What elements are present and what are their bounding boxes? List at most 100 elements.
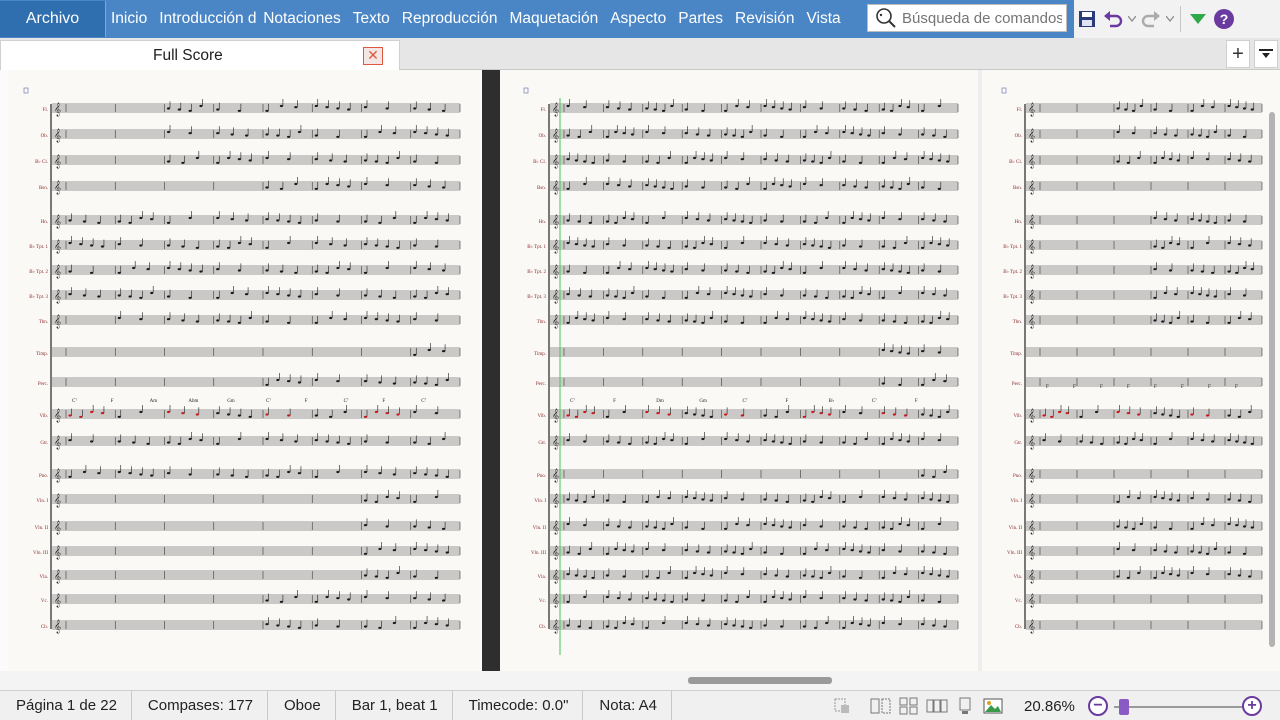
note-head	[819, 441, 823, 444]
note-head	[701, 599, 705, 602]
grid-view-icon[interactable]	[898, 696, 920, 716]
vertical-scrollbar-thumb[interactable]	[1269, 112, 1275, 647]
tab-reproduccion[interactable]: Reproducción	[397, 0, 505, 38]
tab-inicio[interactable]: Inicio	[106, 0, 154, 38]
view-menu-button[interactable]	[1254, 40, 1278, 68]
note-head	[724, 109, 728, 112]
zoom-slider-thumb[interactable]	[1119, 699, 1130, 715]
note-head	[825, 296, 829, 299]
selection-filter-icon[interactable]	[832, 696, 852, 716]
note-head	[336, 107, 340, 110]
tab-texto[interactable]: Texto	[348, 0, 397, 38]
instrument-label: Timp.	[36, 352, 48, 357]
note-head	[853, 598, 857, 601]
note-head	[867, 219, 871, 222]
clef-icon: 𝄞	[1028, 128, 1035, 142]
note-head	[802, 106, 806, 109]
zoom-out-button[interactable]: −	[1088, 696, 1108, 716]
note-head	[434, 245, 438, 248]
page-view-icon[interactable]	[870, 696, 892, 716]
note-head	[385, 597, 389, 600]
note-head	[574, 415, 578, 418]
tab-partes[interactable]: Partes	[673, 0, 730, 38]
note-head	[1211, 106, 1215, 109]
redo-button[interactable]	[1138, 4, 1164, 34]
note-head	[265, 133, 269, 136]
note-head	[1213, 547, 1217, 551]
close-icon[interactable]: ✕	[363, 47, 383, 65]
zoom-slider-track[interactable]	[1114, 706, 1244, 708]
note-head	[1168, 414, 1173, 417]
note-head	[434, 550, 438, 553]
note-head	[813, 130, 818, 134]
note-head	[695, 291, 699, 295]
note-head	[287, 380, 291, 383]
tab-maquetacion[interactable]: Maquetación	[504, 0, 605, 38]
note-head	[139, 296, 143, 299]
clef-icon: 𝄞	[1028, 435, 1035, 449]
tab-revision[interactable]: Revisión	[730, 0, 801, 38]
help-button[interactable]: ?	[1211, 4, 1237, 34]
note-head	[287, 625, 291, 628]
document-tab-full-score[interactable]: Full Score ✕	[0, 40, 400, 70]
zoom-in-button[interactable]: +	[1242, 696, 1262, 716]
note-head	[788, 442, 792, 445]
score-view[interactable]: Fl. 𝄞 Ob. 𝄞 B♭ Cl. 𝄞 Bsn. 𝄞 Hn. 𝄞 B♭ Tpt. 1 𝄞 B♭ Tpt…	[0, 70, 1280, 690]
score-page-3[interactable]: Fl. 𝄞 Ob. 𝄞 B♭ Cl. 𝄞 Bsn. 𝄞 Hn. 𝄞 B♭ Tpt. 1 𝄞 B♭ Tpt…	[982, 70, 1280, 671]
instrument-label: Vln. III	[1007, 551, 1022, 556]
note-head	[684, 319, 688, 322]
chord-symbol: F	[1181, 385, 1184, 390]
note-head	[785, 318, 789, 321]
note-head	[1153, 319, 1157, 322]
note-head	[427, 598, 431, 601]
note-head	[616, 266, 621, 270]
note-head	[1250, 442, 1254, 445]
tab-vista[interactable]: Vista	[802, 0, 848, 38]
collapse-ribbon-button[interactable]	[1185, 4, 1211, 34]
note-head	[216, 245, 220, 248]
galley-view-icon[interactable]	[954, 696, 976, 716]
undo-dropdown[interactable]	[1126, 4, 1138, 34]
note-head	[1057, 440, 1062, 443]
horizontal-scrollbar[interactable]	[0, 671, 1280, 690]
command-search[interactable]	[867, 4, 1067, 32]
undo-button[interactable]	[1100, 4, 1126, 34]
search-input[interactable]	[902, 9, 1062, 27]
redo-dropdown[interactable]	[1164, 4, 1176, 34]
note-head	[842, 295, 846, 298]
note-head	[583, 410, 587, 414]
note-head	[771, 524, 775, 527]
note-head	[853, 185, 857, 188]
note-head	[898, 187, 902, 190]
tab-aspecto[interactable]: Aspecto	[605, 0, 673, 38]
clef-icon: 𝄞	[1028, 545, 1035, 559]
note-head	[279, 270, 284, 273]
spreads-view-icon[interactable]	[926, 696, 948, 716]
score-page-1[interactable]: Fl. 𝄞 Ob. 𝄞 B♭ Cl. 𝄞 Bsn. 𝄞 Hn. 𝄞 B♭ Tpt. 1 𝄞 B♭ Tpt…	[8, 70, 480, 671]
note-head	[724, 437, 728, 441]
note-head	[622, 621, 626, 625]
horizontal-scrollbar-thumb[interactable]	[688, 677, 832, 684]
note-head	[188, 109, 192, 112]
note-head	[1174, 551, 1178, 554]
instrument-label: Pno.	[537, 474, 546, 479]
note-head	[819, 184, 823, 187]
triangle-down-icon	[1190, 14, 1206, 24]
add-view-button[interactable]: +	[1226, 40, 1250, 68]
note-head	[864, 269, 868, 272]
tab-notaciones[interactable]: Notaciones	[258, 0, 348, 38]
archivo-menu-button[interactable]: Archivo	[0, 1, 106, 37]
note-head	[413, 244, 417, 247]
note-head	[1174, 293, 1178, 296]
note-head	[921, 383, 925, 386]
score-page-2[interactable]: Fl. 𝄞 Ob. 𝄞 B♭ Cl. 𝄞 Bsn. 𝄞 Hn. 𝄞 B♭ Tpt. 1 𝄞 B♭ Tpt…	[500, 70, 978, 671]
note-head	[921, 474, 925, 477]
tab-introduccion[interactable]: Introducción d	[154, 0, 258, 38]
note-head	[898, 383, 902, 386]
image-view-icon[interactable]	[982, 696, 1004, 716]
note-head	[811, 575, 815, 578]
save-button[interactable]	[1074, 4, 1100, 34]
note-head	[746, 524, 750, 527]
note-head	[825, 549, 829, 552]
note-head	[392, 621, 396, 625]
